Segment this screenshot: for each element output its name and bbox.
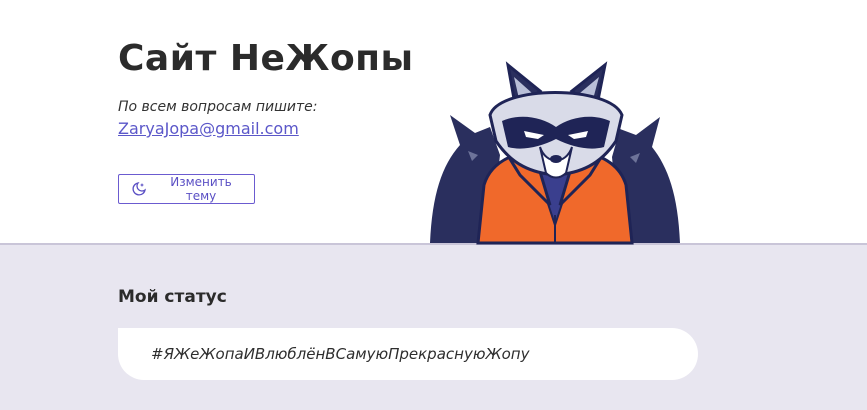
raccoon-mascot — [430, 61, 680, 245]
status-text: #ЯЖеЖопаИВлюблёнВСамуюПрекраснуюЖопу — [151, 345, 530, 363]
status-card: #ЯЖеЖопаИВлюблёнВСамуюПрекраснуюЖопу — [118, 328, 698, 380]
change-theme-button[interactable]: Изменить тему — [118, 174, 255, 204]
contact-note: По всем вопросам пишите: — [118, 99, 318, 115]
change-theme-label: Изменить тему — [170, 175, 232, 203]
header: Сайт НеЖопы По всем вопросам пишите: Zar… — [0, 0, 867, 245]
moon-stars-icon — [131, 181, 147, 197]
status-heading: Мой статус — [118, 287, 227, 307]
email-link[interactable]: ZaryaJopa@gmail.com — [118, 119, 299, 138]
site-title: Сайт НеЖопы — [118, 38, 414, 79]
